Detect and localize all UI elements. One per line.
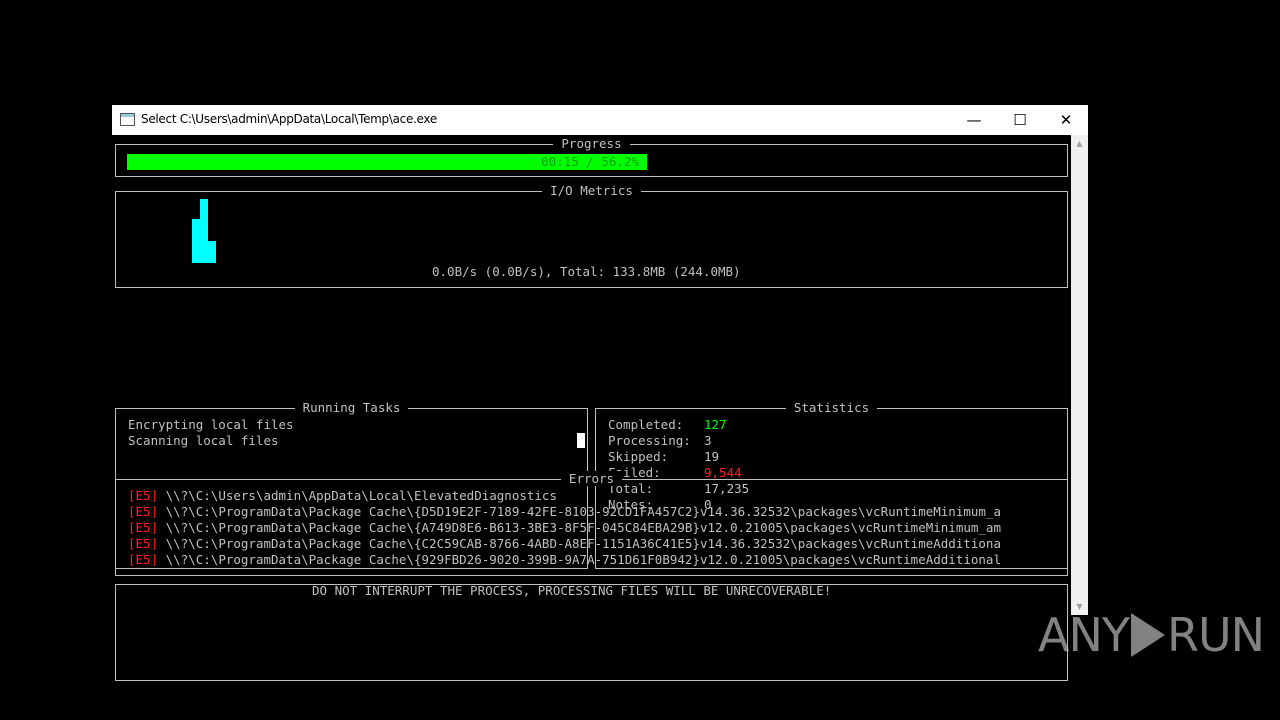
error-path: \\?\C:\ProgramData\Package Cache\{D5D19E… bbox=[165, 504, 1001, 519]
maximize-button[interactable]: ☐ bbox=[997, 105, 1043, 135]
error-row: [E5] \\?\C:\ProgramData\Package Cache\{C… bbox=[128, 536, 1001, 552]
vertical-scrollbar[interactable]: ▲ ▼ bbox=[1071, 135, 1088, 615]
error-code: [E5] bbox=[128, 552, 159, 567]
close-button[interactable]: ✕ bbox=[1043, 105, 1089, 135]
io-spark-bar-1 bbox=[192, 219, 200, 263]
error-path: \\?\C:\ProgramData\Package Cache\{C2C59C… bbox=[165, 536, 1001, 551]
error-path: \\?\C:\ProgramData\Package Cache\{A749D8… bbox=[165, 520, 1001, 535]
errors-frame: Errors [E5] \\?\C:\Users\admin\AppData\L… bbox=[115, 471, 1068, 576]
progress-legend: Progress bbox=[553, 136, 630, 151]
warning-message: DO NOT INTERRUPT THE PROCESS, PROCESSING… bbox=[312, 583, 832, 598]
stat-value-skipped: 19 bbox=[704, 449, 720, 464]
play-logo-icon bbox=[1130, 613, 1165, 657]
statistics-legend: Statistics bbox=[785, 400, 878, 415]
task-item: Encrypting local files bbox=[128, 417, 294, 432]
error-path: \\?\C:\ProgramData\Package Cache\{929FBD… bbox=[165, 552, 1001, 567]
stat-label-processing: Processing: bbox=[608, 433, 691, 448]
io-summary: 0.0B/s (0.0B/s), Total: 133.8MB (244.0MB… bbox=[432, 264, 741, 279]
stat-value-completed: 127 bbox=[704, 417, 727, 432]
stat-value-processing: 3 bbox=[704, 433, 712, 448]
error-row: [E5] \\?\C:\ProgramData\Package Cache\{D… bbox=[128, 504, 1001, 520]
error-code: [E5] bbox=[128, 536, 159, 551]
console-app-icon bbox=[120, 113, 135, 126]
window-title: Select C:\Users\admin\AppData\Local\Temp… bbox=[141, 112, 437, 126]
watermark-right: RUN bbox=[1166, 608, 1265, 662]
io-metrics-legend: I/O Metrics bbox=[542, 183, 641, 198]
task-item: Scanning local files bbox=[128, 433, 279, 448]
error-row: [E5] \\?\C:\ProgramData\Package Cache\{A… bbox=[128, 520, 1001, 536]
running-tasks-legend: Running Tasks bbox=[294, 400, 409, 415]
title-bar[interactable]: Select C:\Users\admin\AppData\Local\Temp… bbox=[112, 105, 1088, 135]
minimize-button[interactable]: — bbox=[951, 105, 997, 135]
errors-legend: Errors bbox=[560, 471, 623, 486]
stat-label-skipped: Skipped: bbox=[608, 449, 669, 464]
error-code: [E5] bbox=[128, 520, 159, 535]
error-path: \\?\C:\Users\admin\AppData\Local\Elevate… bbox=[165, 488, 557, 503]
io-metrics-panel: I/O Metrics 0.0B/s (0.0B/s), Total: 133.… bbox=[115, 183, 1068, 288]
progress-text: 00:15 / 56.2% bbox=[541, 154, 639, 169]
io-spark-bar-3 bbox=[208, 241, 216, 263]
error-row: [E5] \\?\C:\Users\admin\AppData\Local\El… bbox=[128, 488, 557, 504]
error-code: [E5] bbox=[128, 504, 159, 519]
scroll-up-icon[interactable]: ▲ bbox=[1071, 135, 1088, 152]
text-cursor bbox=[577, 433, 585, 448]
error-code: [E5] bbox=[128, 488, 159, 503]
stat-label-completed: Completed: bbox=[608, 417, 684, 432]
progress-text-wrap: 00:15 / 56.2% bbox=[127, 154, 647, 170]
error-row: [E5] \\?\C:\ProgramData\Package Cache\{9… bbox=[128, 552, 1001, 568]
progress-panel: Progress 00:15 / 56.2% bbox=[115, 136, 1068, 177]
io-spark-bar-2 bbox=[200, 199, 208, 263]
watermark-left: ANY bbox=[1038, 608, 1130, 662]
anyrun-watermark: ANY RUN bbox=[1038, 608, 1265, 662]
